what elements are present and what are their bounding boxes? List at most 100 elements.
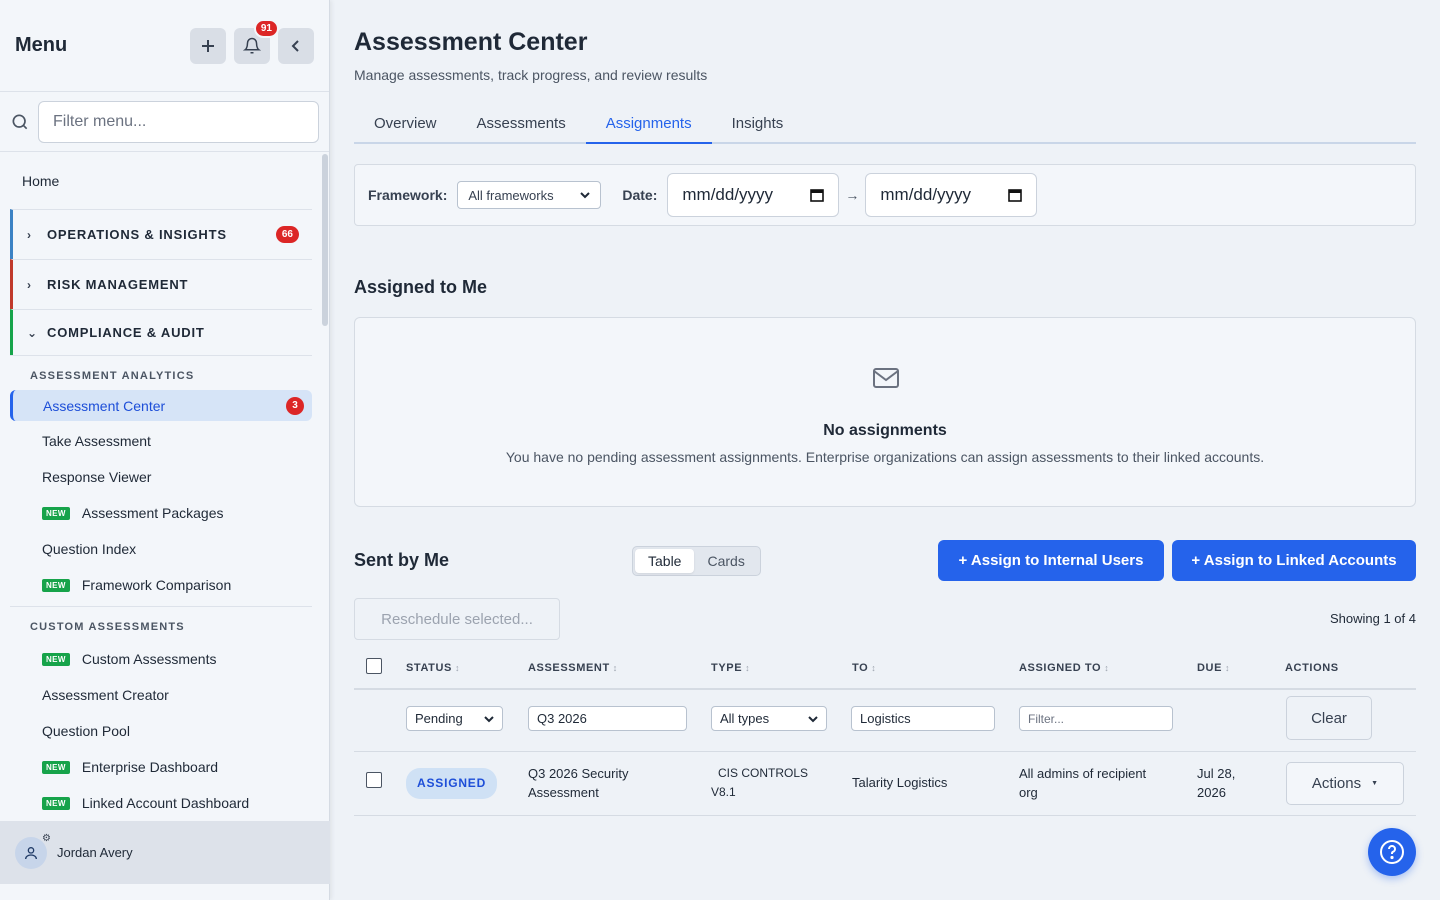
assessment-type-line: V8.1 [711,785,736,799]
sidebar-item-question-index[interactable]: Question Index [10,531,312,567]
gear-icon: ⚙ [42,832,51,844]
nav-group-label: COMPLIANCE & AUDIT [47,325,205,340]
row-checkbox[interactable] [366,772,382,788]
assigned-to-me-title: Assigned to Me [354,277,488,297]
plus-icon [202,39,214,52]
chevron-left-icon [291,39,299,52]
filter-menu-input[interactable] [38,100,319,143]
user-icon [25,846,37,859]
column-label: ASSIGNED TO [1019,662,1102,674]
sidebar-item-response-viewer[interactable]: Response Viewer [10,459,312,495]
help-button[interactable] [1368,828,1416,876]
column-label: STATUS [406,662,452,674]
date-to-input[interactable]: mm/dd/yyyy [865,173,1038,217]
sort-icon: ↕ [1104,663,1110,673]
add-button[interactable] [190,27,226,64]
sort-icon: ↕ [871,663,877,673]
user-profile[interactable]: ⚙ Jordan Avery [0,821,330,884]
tab-insights[interactable]: Insights [712,104,804,144]
actions-dropdown-button[interactable]: Actions ▼ [1286,762,1404,805]
tab-assignments[interactable]: Assignments [585,104,712,144]
sidebar: Menu 91 Home › OPERATIONS & INSIGHTS 66 … [0,0,330,900]
sidebar-item-take-assessment[interactable]: Take Assessment [10,423,312,459]
column-status[interactable]: STATUS ↕ [406,662,460,674]
status-filter-select[interactable]: Pending [406,706,503,731]
reschedule-selected-button[interactable]: Reschedule selected... [354,598,560,640]
sidebar-item-enterprise-dashboard[interactable]: NEW Enterprise Dashboard [10,749,312,785]
column-due[interactable]: DUE ↕ [1197,662,1230,674]
view-table-button[interactable]: Table [635,549,695,573]
assessment-type-line: CIS CONTROLS [718,766,809,780]
nav-group-label: OPERATIONS & INSIGHTS [47,227,227,242]
column-to[interactable]: TO ↕ [852,662,876,674]
assessment-type: CIS CONTROLS V8.1 [711,764,808,802]
calendar-icon[interactable] [1008,188,1023,202]
sort-icon: ↕ [612,663,618,673]
date-from-value: mm/dd/yyyy [682,185,774,204]
date-from-input[interactable]: mm/dd/yyyy [667,173,840,217]
framework-select-value: All frameworks [468,187,554,203]
nav-section-assessment-analytics: ASSESSMENT ANALYTICS [10,355,312,390]
sidebar-scrollbar[interactable] [322,154,328,326]
sidebar-item-custom-assessments[interactable]: NEW Custom Assessments [10,641,312,677]
to-filter-input[interactable]: Logistics [851,706,995,731]
tab-overview[interactable]: Overview [354,104,457,144]
date-to-value: mm/dd/yyyy [880,185,972,204]
sidebar-item-framework-comparison[interactable]: NEW Framework Comparison [10,567,312,603]
assessment-filter-input[interactable]: Q3 2026 [528,706,687,731]
column-assessment[interactable]: ASSESSMENT ↕ [528,662,618,674]
sidebar-item-assessment-packages[interactable]: NEW Assessment Packages [10,495,312,531]
notifications-button[interactable]: 91 [234,18,279,64]
page-subtitle: Manage assessments, track progress, and … [354,67,708,83]
clear-filters-button[interactable]: Clear [1286,696,1372,740]
nav-group-badge: 66 [275,226,299,243]
tab-assessments[interactable]: Assessments [457,104,586,144]
avatar: ⚙ [15,833,51,869]
empty-state-title: No assignments [823,422,947,439]
column-type[interactable]: TYPE ↕ [711,662,750,674]
due-date: Jul 28, 2026 [1197,764,1235,802]
status-filter-value: Pending [415,711,463,726]
assessment-name[interactable]: Q3 2026 Security Assessment [528,764,628,802]
assign-linked-accounts-button[interactable]: + Assign to Linked Accounts [1172,540,1416,581]
assigned-to-filter-input[interactable]: Filter... [1019,706,1173,731]
nav-group-operations[interactable]: › OPERATIONS & INSIGHTS 66 [10,209,312,259]
table-filter-row: Pending Q3 2026 All types Logistics Filt… [354,690,1416,752]
sidebar-item-assessment-creator[interactable]: Assessment Creator [10,677,312,713]
framework-select[interactable]: All frameworks [457,181,602,209]
nav-group-risk[interactable]: › RISK MANAGEMENT [10,259,312,309]
collapse-sidebar-button[interactable] [278,27,314,64]
assign-internal-users-button[interactable]: + Assign to Internal Users [938,540,1164,581]
view-cards-button[interactable]: Cards [694,549,757,573]
type-filter-select[interactable]: All types [711,706,827,731]
new-tag: NEW [42,652,70,666]
type-filter-value: All types [720,711,770,726]
empty-state-text: You have no pending assessment assignmen… [505,449,1265,465]
recipient: Talarity Logistics [852,775,948,790]
sidebar-item-label: Question Pool [42,723,130,739]
sidebar-item-question-pool[interactable]: Question Pool [10,713,312,749]
sort-icon: ↕ [1225,663,1231,673]
nav-group-compliance[interactable]: ⌄ COMPLIANCE & AUDIT [10,309,312,355]
sidebar-item-assessment-center[interactable]: Assessment Center 3 [10,390,312,421]
empty-state-card: No assignments You have no pending asses… [354,317,1416,507]
select-all-checkbox[interactable] [366,658,382,674]
search-icon [12,114,28,129]
sort-icon: ↕ [454,663,461,673]
column-label: TO [852,662,869,674]
due-date-line: Jul 28, [1197,766,1236,781]
nav-group-label: RISK MANAGEMENT [47,277,189,292]
sidebar-item-label: Response Viewer [42,469,152,485]
sidebar-item-label: Framework Comparison [81,577,232,593]
sidebar-item-label: Assessment Packages [81,505,224,521]
sidebar-item-home[interactable]: Home [0,152,330,209]
new-tag: NEW [42,796,70,810]
calendar-icon[interactable] [810,188,825,202]
sidebar-item-label: Linked Account Dashboard [81,795,250,811]
sidebar-item-label: Take Assessment [42,433,151,449]
table-header: STATUS ↕ ASSESSMENT ↕ TYPE ↕ TO ↕ ASSIGNED T… [354,648,1416,690]
sidebar-title: Menu [15,34,68,56]
sidebar-item-linked-account-dashboard[interactable]: NEW Linked Account Dashboard [10,785,312,820]
column-label: ASSESSMENT [528,662,610,674]
column-assigned-to[interactable]: ASSIGNED TO ↕ [1019,662,1109,674]
